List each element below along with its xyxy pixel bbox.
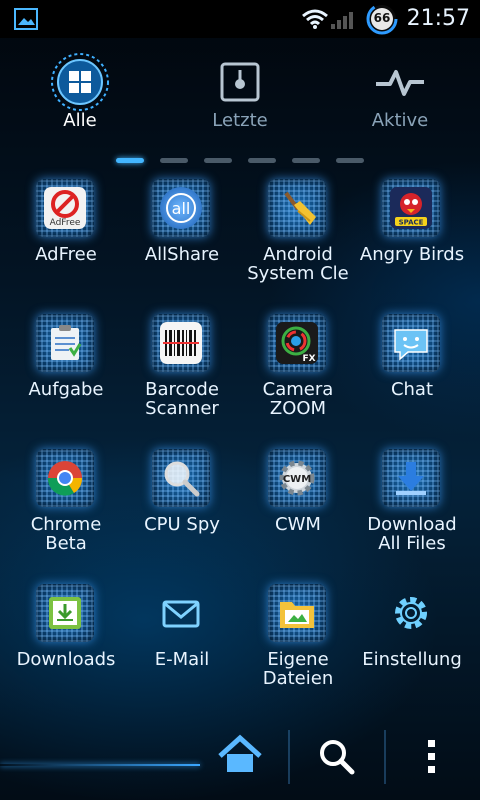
pulse-icon <box>370 52 430 112</box>
app-label: AllShare <box>144 244 220 265</box>
app-cpu-spy[interactable]: CPU Spy <box>124 445 240 575</box>
app-android-system-cleaner[interactable]: Android System Cle <box>240 175 356 305</box>
magnifier-icon <box>160 457 202 499</box>
page-dot-2[interactable] <box>160 158 188 163</box>
broom-icon <box>276 187 318 229</box>
dock-separator <box>384 730 386 784</box>
signal-icon <box>330 10 356 34</box>
tab-label: Letzte <box>212 110 268 131</box>
gear-icon: CWM <box>276 457 318 499</box>
app-label: Chat <box>390 379 434 400</box>
camera-zoom-icon-text: FX <box>302 354 315 364</box>
app-label: Eigene Dateien <box>262 649 334 689</box>
app-label: CWM <box>275 514 321 535</box>
home-button[interactable] <box>210 726 270 786</box>
adfree-icon: AdFree <box>44 187 86 229</box>
app-label: Angry Birds <box>359 244 465 265</box>
page-dot-1[interactable] <box>116 158 144 163</box>
folder-icon <box>276 592 318 634</box>
cwm-icon-text: CWM <box>283 474 311 485</box>
page-dot-4[interactable] <box>248 158 276 163</box>
page-dot-3[interactable] <box>204 158 232 163</box>
angry-birds-icon: SPACE <box>390 187 432 229</box>
status-bar: 66 21:57 <box>0 0 480 38</box>
app-label: E-Mail <box>154 649 210 670</box>
task-list-icon <box>44 322 86 364</box>
download-arrow-icon <box>390 457 432 499</box>
battery-icon: 66 <box>366 3 398 35</box>
settings-gear-icon <box>390 592 432 634</box>
chat-bubble-icon <box>390 322 432 364</box>
home-icon <box>218 734 262 772</box>
page-dot-6[interactable] <box>336 158 364 163</box>
app-allshare[interactable]: all AllShare <box>124 175 240 305</box>
allshare-icon: all <box>160 187 202 229</box>
dock-separator <box>288 730 290 784</box>
camera-lens-icon: FX <box>276 322 318 364</box>
app-downloads[interactable]: Downloads <box>8 580 124 710</box>
app-label: Camera ZOOM <box>262 379 334 419</box>
app-barcode-scanner[interactable]: Barcode Scanner <box>124 310 240 440</box>
battery-level: 66 <box>373 11 391 25</box>
angry-birds-icon-text: SPACE <box>399 219 424 227</box>
app-label: Download All Files <box>367 514 457 554</box>
page-dot-5[interactable] <box>292 158 320 163</box>
app-cwm[interactable]: CWM CWM <box>240 445 356 575</box>
wifi-icon <box>300 8 330 34</box>
app-label: Downloads <box>16 649 116 670</box>
app-adfree[interactable]: AdFree AdFree <box>8 175 124 305</box>
app-aufgabe[interactable]: Aufgabe <box>8 310 124 440</box>
clock: 21:57 <box>406 6 470 31</box>
dock-accent-line <box>0 764 200 766</box>
app-label: Einstellung <box>362 649 462 670</box>
adfree-icon-text: AdFree <box>50 218 81 228</box>
app-angry-birds[interactable]: SPACE Angry Birds <box>354 175 470 305</box>
app-download-all-files[interactable]: Download All Files <box>354 445 470 575</box>
dock <box>0 720 480 800</box>
drawer-tabs: Alle Letzte Aktive <box>0 40 480 140</box>
app-label: Aufgabe <box>28 379 104 400</box>
app-label: Chrome Beta <box>30 514 102 554</box>
grid-icon <box>50 52 110 112</box>
downloads-icon <box>44 592 86 634</box>
image-notification-icon <box>14 8 38 34</box>
app-label: CPU Spy <box>144 514 220 535</box>
app-eigene-dateien[interactable]: Eigene Dateien <box>240 580 356 710</box>
app-label: Barcode Scanner <box>145 379 219 419</box>
app-einstellung[interactable]: Einstellung <box>354 580 470 710</box>
app-camera-zoom[interactable]: FX Camera ZOOM <box>240 310 356 440</box>
app-email[interactable]: E-Mail <box>124 580 240 710</box>
menu-button[interactable] <box>402 726 462 786</box>
recent-icon <box>210 52 270 112</box>
app-chat[interactable]: Chat <box>354 310 470 440</box>
app-chrome-beta[interactable]: Chrome Beta <box>8 445 124 575</box>
chrome-icon <box>44 457 86 499</box>
allshare-icon-text: all <box>172 199 191 218</box>
app-grid: AdFree AdFree all AllShare Android Syste… <box>0 175 480 715</box>
envelope-icon <box>160 592 202 634</box>
tab-label: Alle <box>63 110 97 131</box>
app-label: AdFree <box>35 244 97 265</box>
tab-label: Aktive <box>371 110 429 131</box>
page-indicator <box>0 156 480 166</box>
menu-icon <box>428 740 435 773</box>
search-icon <box>320 740 355 775</box>
search-button[interactable] <box>306 726 366 786</box>
barcode-icon <box>160 322 202 364</box>
app-label: Android System Cle <box>247 244 349 284</box>
